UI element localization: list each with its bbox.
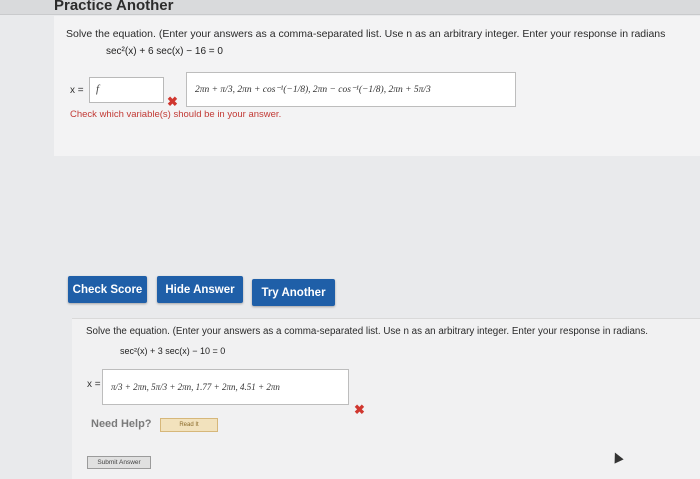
problem-1-equation: sec²(x) + 6 sec(x) − 16 = 0 bbox=[106, 46, 223, 57]
problem-1-correct-answer: 2πn + π/3, 2πn + cos⁻¹(−1/8), 2πn − cos⁻… bbox=[186, 72, 516, 107]
problem-1-instruction: Solve the equation. (Enter your answers … bbox=[66, 28, 666, 40]
problem-2-equation: sec²(x) + 3 sec(x) − 10 = 0 bbox=[120, 346, 226, 356]
problem-2-answer: π/3 + 2πn, 5π/3 + 2πn, 1.77 + 2πn, 4.51 … bbox=[102, 369, 349, 405]
page-title[interactable]: Practice Another bbox=[54, 0, 173, 14]
need-help-label: Need Help? bbox=[91, 418, 152, 430]
problem-2-instruction: Solve the equation. (Enter your answers … bbox=[86, 326, 648, 337]
hide-answer-button[interactable]: Hide Answer bbox=[157, 276, 243, 303]
problem-2-x-label: x = bbox=[87, 379, 101, 390]
problem-1-hint: Check which variable(s) should be in you… bbox=[70, 109, 282, 120]
check-score-button[interactable]: Check Score bbox=[68, 276, 147, 303]
try-another-button[interactable]: Try Another bbox=[252, 279, 335, 306]
problem-1-x-label: x = bbox=[70, 85, 84, 96]
problem-2-incorrect-icon: ✖ bbox=[354, 402, 365, 417]
problem-1-answer-input[interactable]: f bbox=[89, 77, 164, 103]
problem-1-incorrect-icon: ✖ bbox=[167, 94, 178, 109]
read-it-button[interactable]: Read It bbox=[160, 418, 218, 432]
submit-answer-button[interactable]: Submit Answer bbox=[87, 456, 151, 469]
answer-input-value: f bbox=[96, 83, 100, 95]
